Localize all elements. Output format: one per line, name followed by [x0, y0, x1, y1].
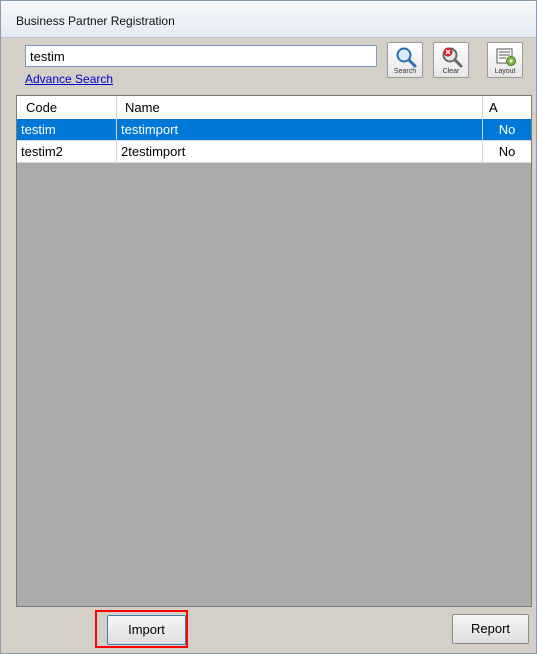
clear-button[interactable]: Clear: [433, 42, 469, 78]
grid-header: Code Name A: [17, 96, 531, 120]
column-header-a[interactable]: A: [483, 96, 531, 119]
layout-icon: [496, 48, 516, 66]
main-window: Business Partner Registration Advance Se…: [0, 0, 537, 654]
cell-a: No: [498, 122, 516, 137]
search-input[interactable]: [25, 45, 377, 67]
table-row[interactable]: testim2 2testimport No: [17, 141, 531, 163]
table-row[interactable]: testim testimport No: [17, 119, 531, 141]
clear-icon: [442, 47, 463, 68]
cell-name: testimport: [117, 119, 483, 140]
cell-code: testim: [17, 119, 117, 140]
report-button[interactable]: Report: [452, 614, 529, 644]
import-button[interactable]: Import: [107, 615, 186, 645]
search-button-label: Search: [393, 68, 417, 75]
cell-code: testim2: [17, 141, 117, 162]
column-header-code[interactable]: Code: [17, 96, 117, 119]
search-button[interactable]: Search: [387, 42, 423, 78]
cell-name: 2testimport: [117, 141, 483, 162]
window-title: Business Partner Registration: [16, 14, 175, 28]
column-header-name[interactable]: Name: [117, 96, 483, 119]
advance-search-link[interactable]: Advance Search: [25, 72, 113, 86]
title-bar: Business Partner Registration: [1, 1, 536, 38]
search-icon: [396, 47, 417, 68]
layout-button-label: Layout: [494, 68, 516, 75]
layout-button[interactable]: Layout: [487, 42, 523, 78]
clear-button-label: Clear: [442, 68, 460, 75]
cell-a: No: [498, 144, 516, 159]
results-grid: Code Name A testim testimport No testim2…: [16, 95, 532, 607]
